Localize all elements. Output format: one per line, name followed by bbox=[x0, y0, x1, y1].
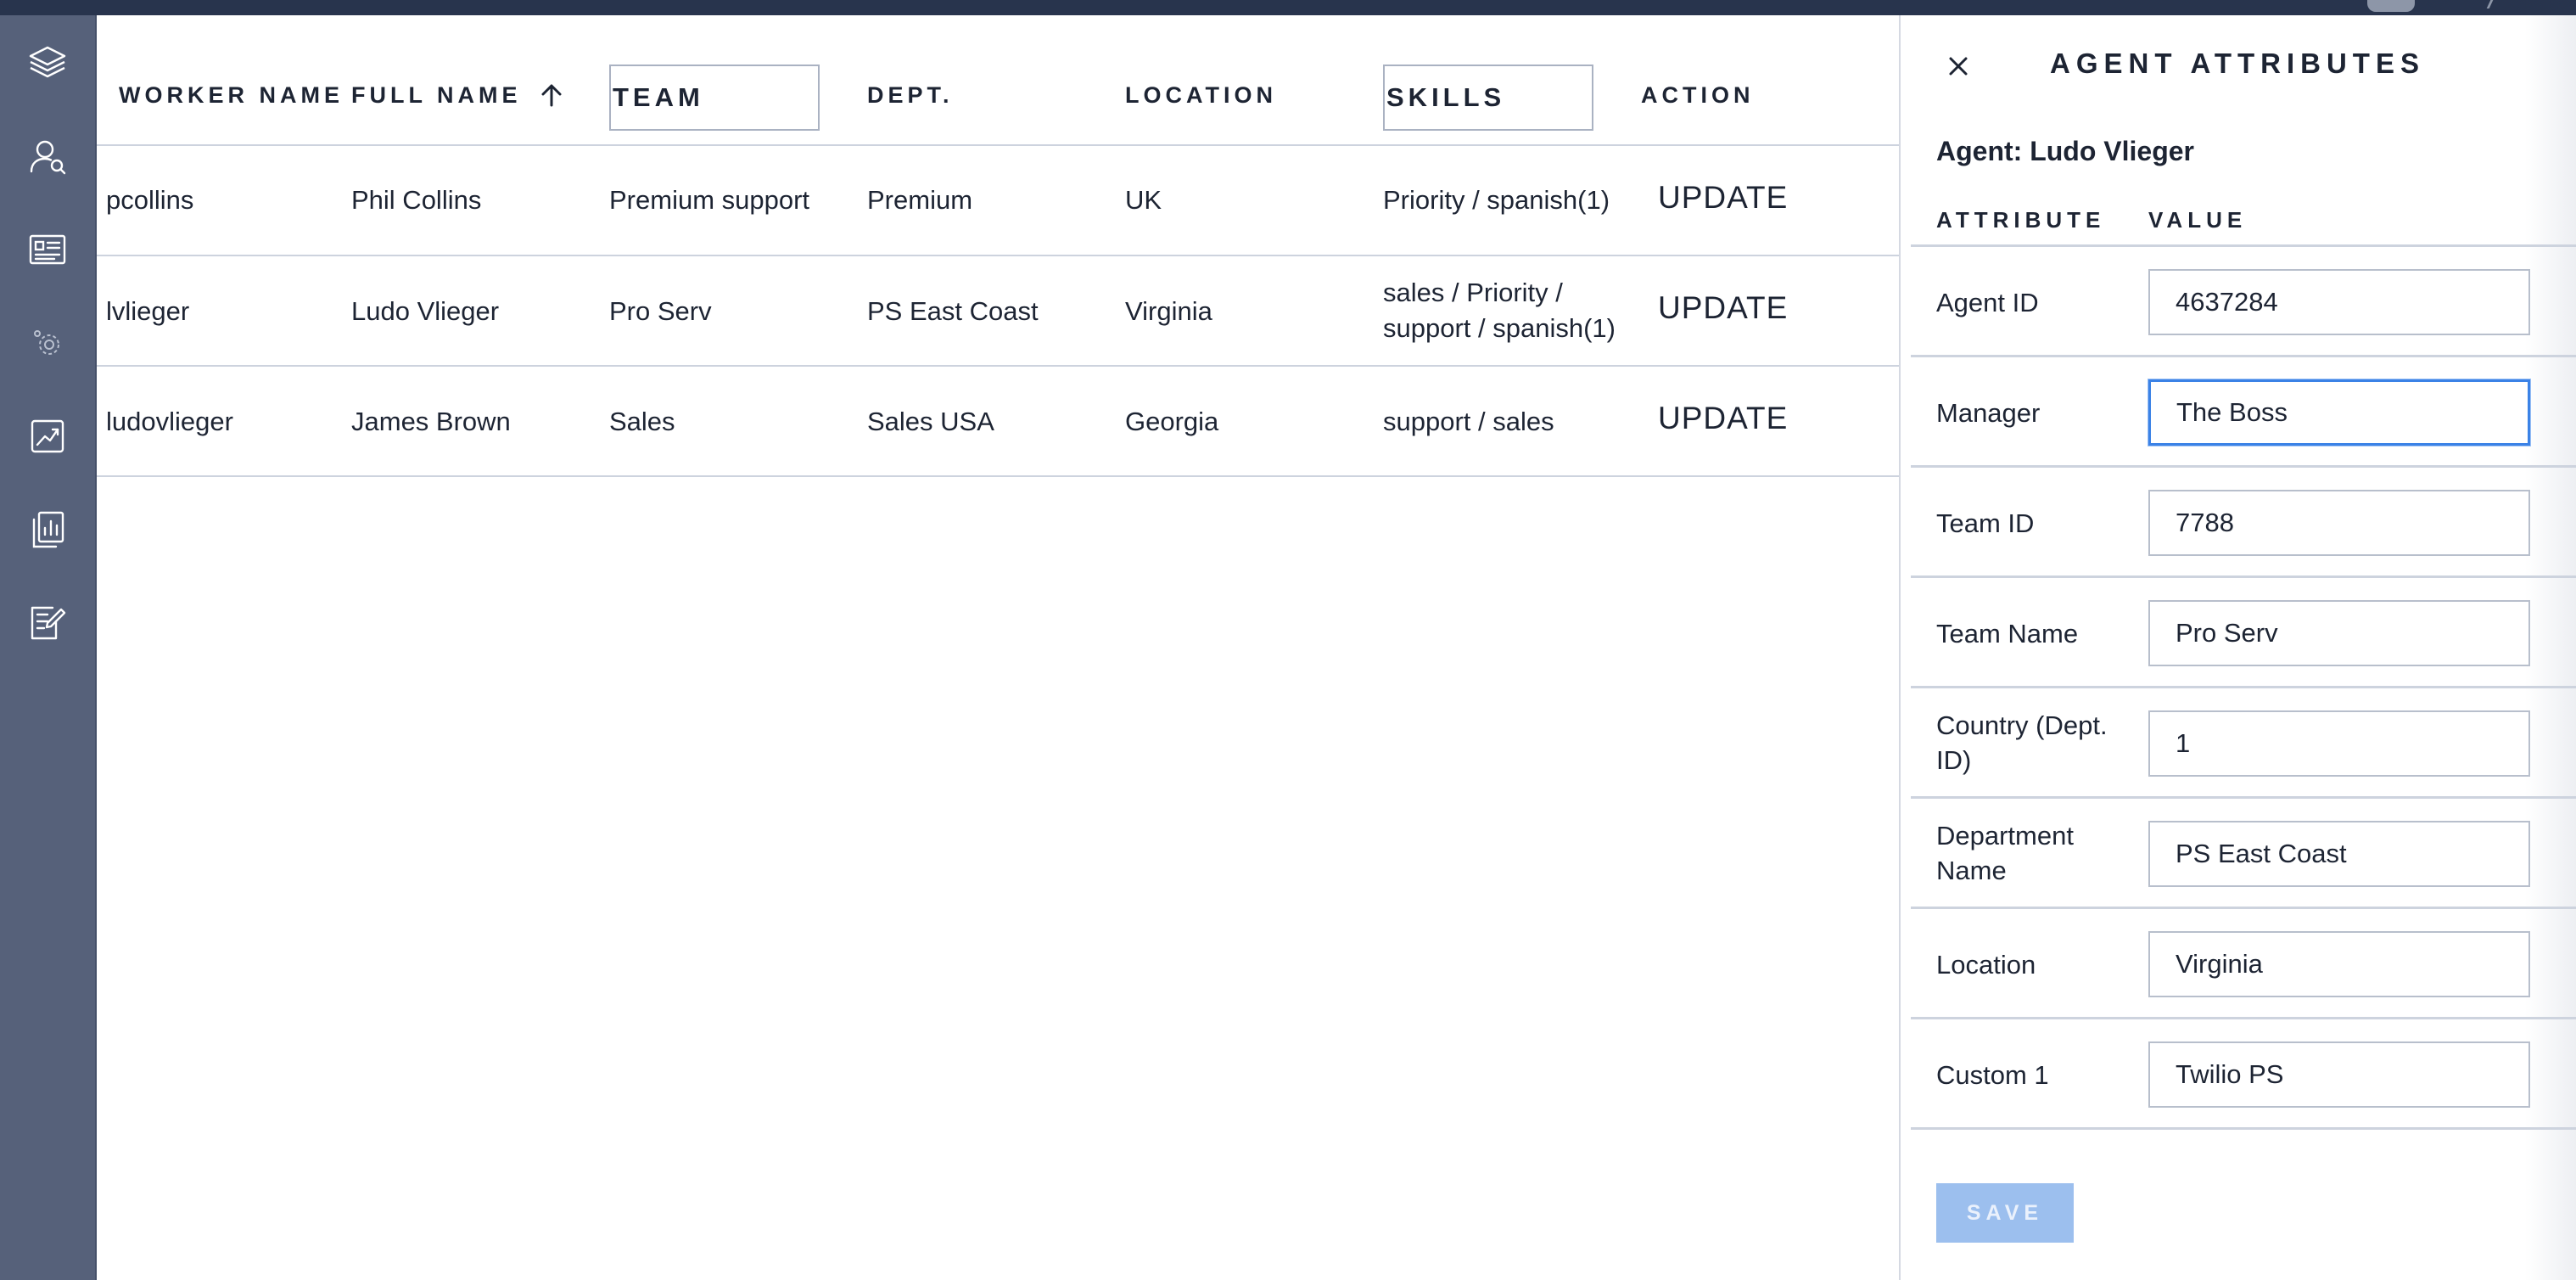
cell-dept: Premium bbox=[867, 185, 973, 215]
label-location: Location bbox=[1936, 950, 2036, 980]
cell-location: Virginia bbox=[1125, 296, 1212, 326]
header-skills-filter[interactable]: SKILLS bbox=[1383, 65, 1593, 131]
menu-indicator-icon bbox=[2476, 0, 2494, 8]
cell-worker-name: lvlieger bbox=[106, 296, 190, 326]
column-header-attribute: ATTRIBUTE bbox=[1936, 207, 2106, 233]
save-button[interactable]: SAVE bbox=[1936, 1183, 2074, 1243]
divider bbox=[1911, 575, 2576, 578]
label-department-name: Department bbox=[1936, 821, 2074, 851]
label-agent-id: Agent ID bbox=[1936, 288, 2039, 317]
department-name-field[interactable] bbox=[2148, 821, 2530, 887]
panel-title: AGENT ATTRIBUTES bbox=[2050, 48, 2425, 79]
divider bbox=[97, 255, 1899, 256]
cell-full-name: Ludo Vlieger bbox=[351, 296, 500, 326]
header-full-name-label: FULL NAME bbox=[351, 81, 522, 108]
cell-team: Sales bbox=[609, 407, 675, 436]
id-card-icon bbox=[29, 234, 66, 265]
label-team-name: Team Name bbox=[1936, 619, 2079, 648]
team-name-field[interactable] bbox=[2148, 600, 2530, 666]
close-icon[interactable] bbox=[1943, 51, 1974, 81]
nav-layers[interactable] bbox=[0, 25, 95, 100]
nav-user-search[interactable] bbox=[0, 119, 95, 194]
update-button[interactable]: UPDATE bbox=[1658, 180, 1788, 216]
country-dept-id-field[interactable] bbox=[2148, 710, 2530, 777]
toggle-switch[interactable] bbox=[2367, 0, 2415, 12]
cell-worker-name: ludovlieger bbox=[106, 407, 233, 436]
divider bbox=[1911, 1017, 2576, 1019]
label-custom-1: Custom 1 bbox=[1936, 1060, 2049, 1090]
update-button[interactable]: UPDATE bbox=[1658, 290, 1788, 326]
header-location[interactable]: LOCATION bbox=[1125, 70, 1277, 121]
header-worker-name[interactable]: WORKER NAME bbox=[119, 70, 344, 121]
manager-field[interactable] bbox=[2148, 379, 2530, 446]
user-search-icon bbox=[30, 140, 66, 175]
divider bbox=[97, 144, 1899, 146]
column-header-value: VALUE bbox=[2148, 207, 2248, 233]
label-team-id: Team ID bbox=[1936, 508, 2035, 538]
label-department-name-line2: Name bbox=[1936, 856, 2007, 885]
agent-name-label: Agent: Ludo Vlieger bbox=[1936, 136, 2194, 166]
header-skills-label: SKILLS bbox=[1386, 82, 1506, 112]
header-dept[interactable]: DEPT. bbox=[867, 70, 954, 121]
divider bbox=[1911, 1127, 2576, 1130]
cell-location: UK bbox=[1125, 185, 1162, 215]
cell-full-name: Phil Collins bbox=[351, 185, 482, 215]
divider bbox=[97, 365, 1899, 367]
agent-attributes-panel: AGENT ATTRIBUTES Agent: Ludo Vlieger ATT… bbox=[1899, 15, 2576, 1280]
cell-worker-name: pcollins bbox=[106, 185, 194, 215]
cell-skills: sales / Priority / bbox=[1383, 278, 1563, 307]
label-country-dept-id-line2: ID) bbox=[1936, 745, 1972, 775]
header-team-label: TEAM bbox=[613, 82, 704, 112]
top-bar bbox=[0, 0, 2576, 15]
header-team-filter[interactable]: TEAM bbox=[609, 65, 820, 131]
nav-report[interactable] bbox=[0, 492, 95, 567]
divider bbox=[1911, 355, 2576, 357]
update-button[interactable]: UPDATE bbox=[1658, 401, 1788, 436]
cell-location: Georgia bbox=[1125, 407, 1219, 436]
cell-dept: Sales USA bbox=[867, 407, 994, 436]
cell-team: Premium support bbox=[609, 185, 810, 215]
panel-shadow bbox=[2525, 15, 2576, 1280]
divider bbox=[1911, 465, 2576, 468]
sidebar bbox=[0, 15, 97, 1280]
cell-full-name: James Brown bbox=[351, 407, 511, 436]
cell-team: Pro Serv bbox=[609, 296, 712, 326]
header-action: ACTION bbox=[1641, 81, 1755, 108]
trend-chart-icon bbox=[31, 419, 64, 453]
workers-table: WORKER NAME FULL NAME TEAM DEPT. LOCATIO… bbox=[97, 15, 1899, 1280]
layers-icon bbox=[29, 46, 66, 78]
team-id-field[interactable] bbox=[2148, 490, 2530, 556]
settings-gear-icon bbox=[34, 330, 59, 355]
nav-edit-form[interactable] bbox=[0, 586, 95, 660]
label-manager: Manager bbox=[1936, 398, 2041, 428]
edit-form-icon bbox=[31, 606, 66, 640]
report-icon bbox=[32, 511, 64, 548]
cell-skills-line2: support / spanish(1) bbox=[1383, 313, 1616, 343]
nav-trend-chart[interactable] bbox=[0, 399, 95, 474]
divider bbox=[1911, 796, 2576, 799]
nav-id-card[interactable] bbox=[0, 212, 95, 287]
location-field[interactable] bbox=[2148, 931, 2530, 997]
divider bbox=[1911, 907, 2576, 909]
divider bbox=[97, 475, 1899, 477]
divider bbox=[1911, 244, 2576, 247]
divider bbox=[1911, 686, 2576, 688]
header-full-name[interactable]: FULL NAME bbox=[351, 70, 564, 121]
arrow-up-icon bbox=[541, 84, 561, 107]
agent-id-field[interactable] bbox=[2148, 269, 2530, 335]
cell-skills: Priority / spanish(1) bbox=[1383, 185, 1610, 215]
custom-1-field[interactable] bbox=[2148, 1041, 2530, 1108]
cell-dept: PS East Coast bbox=[867, 296, 1039, 326]
nav-settings[interactable] bbox=[0, 306, 95, 380]
label-country-dept-id: Country (Dept. bbox=[1936, 710, 2108, 740]
cell-skills: support / sales bbox=[1383, 407, 1554, 436]
